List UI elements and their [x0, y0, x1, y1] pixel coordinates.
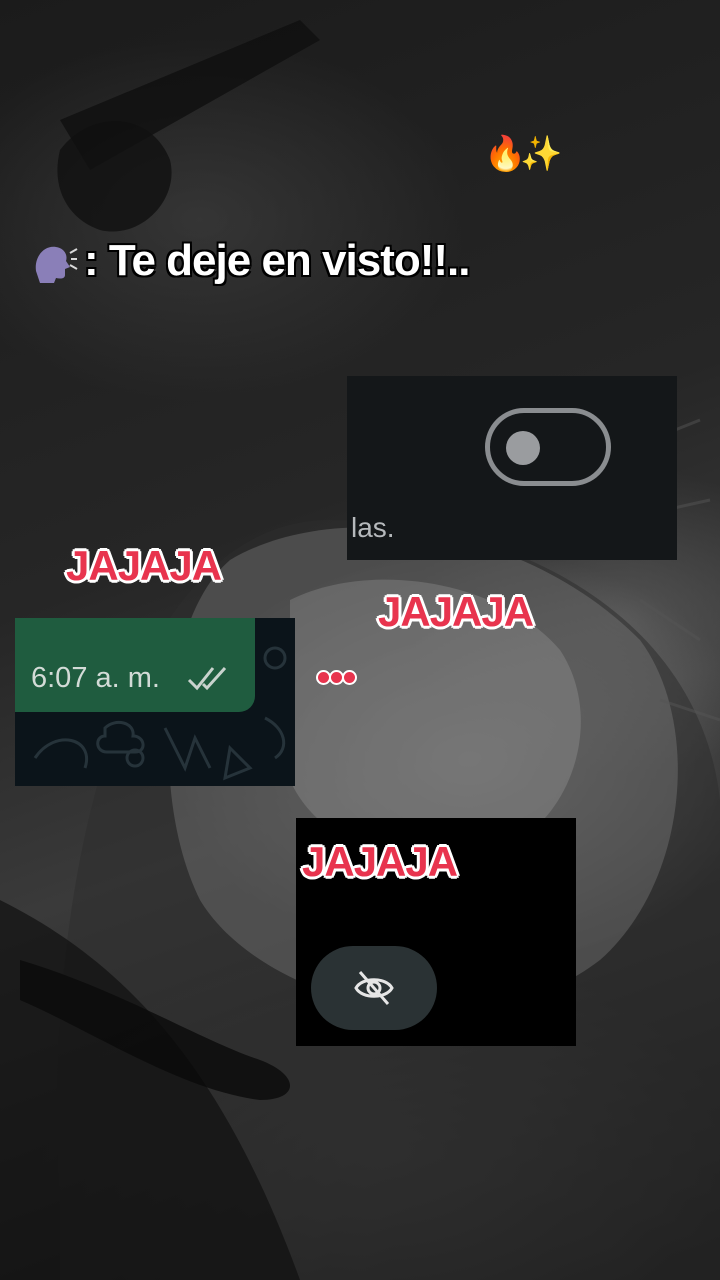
dot [344, 672, 355, 683]
message-timestamp: 6:07 a. m. [31, 662, 160, 694]
dot [318, 672, 329, 683]
toggle-knob [506, 431, 540, 465]
caption-line: : Te deje en visto!!.. [30, 236, 470, 286]
laugh-label-3: JAJAJA [302, 838, 458, 885]
chat-screenshot: 6:07 a. m. [15, 618, 295, 786]
caption-text: : Te deje en visto!!.. [84, 236, 470, 285]
fire-sparkles-emoji: 🔥✨ [484, 134, 563, 174]
view-once-button[interactable] [311, 946, 437, 1030]
laugh-label-1: JAJAJA [66, 542, 222, 589]
eye-off-icon [354, 971, 394, 1005]
chat-message-bubble[interactable]: 6:07 a. m. [15, 618, 255, 712]
ellipsis-icon [318, 668, 357, 687]
eye-screenshot: JAJAJA [296, 818, 576, 1046]
toggle-screenshot: las. [347, 376, 677, 560]
double-check-icon [187, 666, 227, 691]
toggle-switch[interactable] [485, 408, 611, 486]
dot [331, 672, 342, 683]
partial-setting-text: las. [351, 512, 395, 543]
laugh-label-2: JAJAJA [378, 588, 534, 635]
speaking-head-icon [35, 247, 78, 284]
